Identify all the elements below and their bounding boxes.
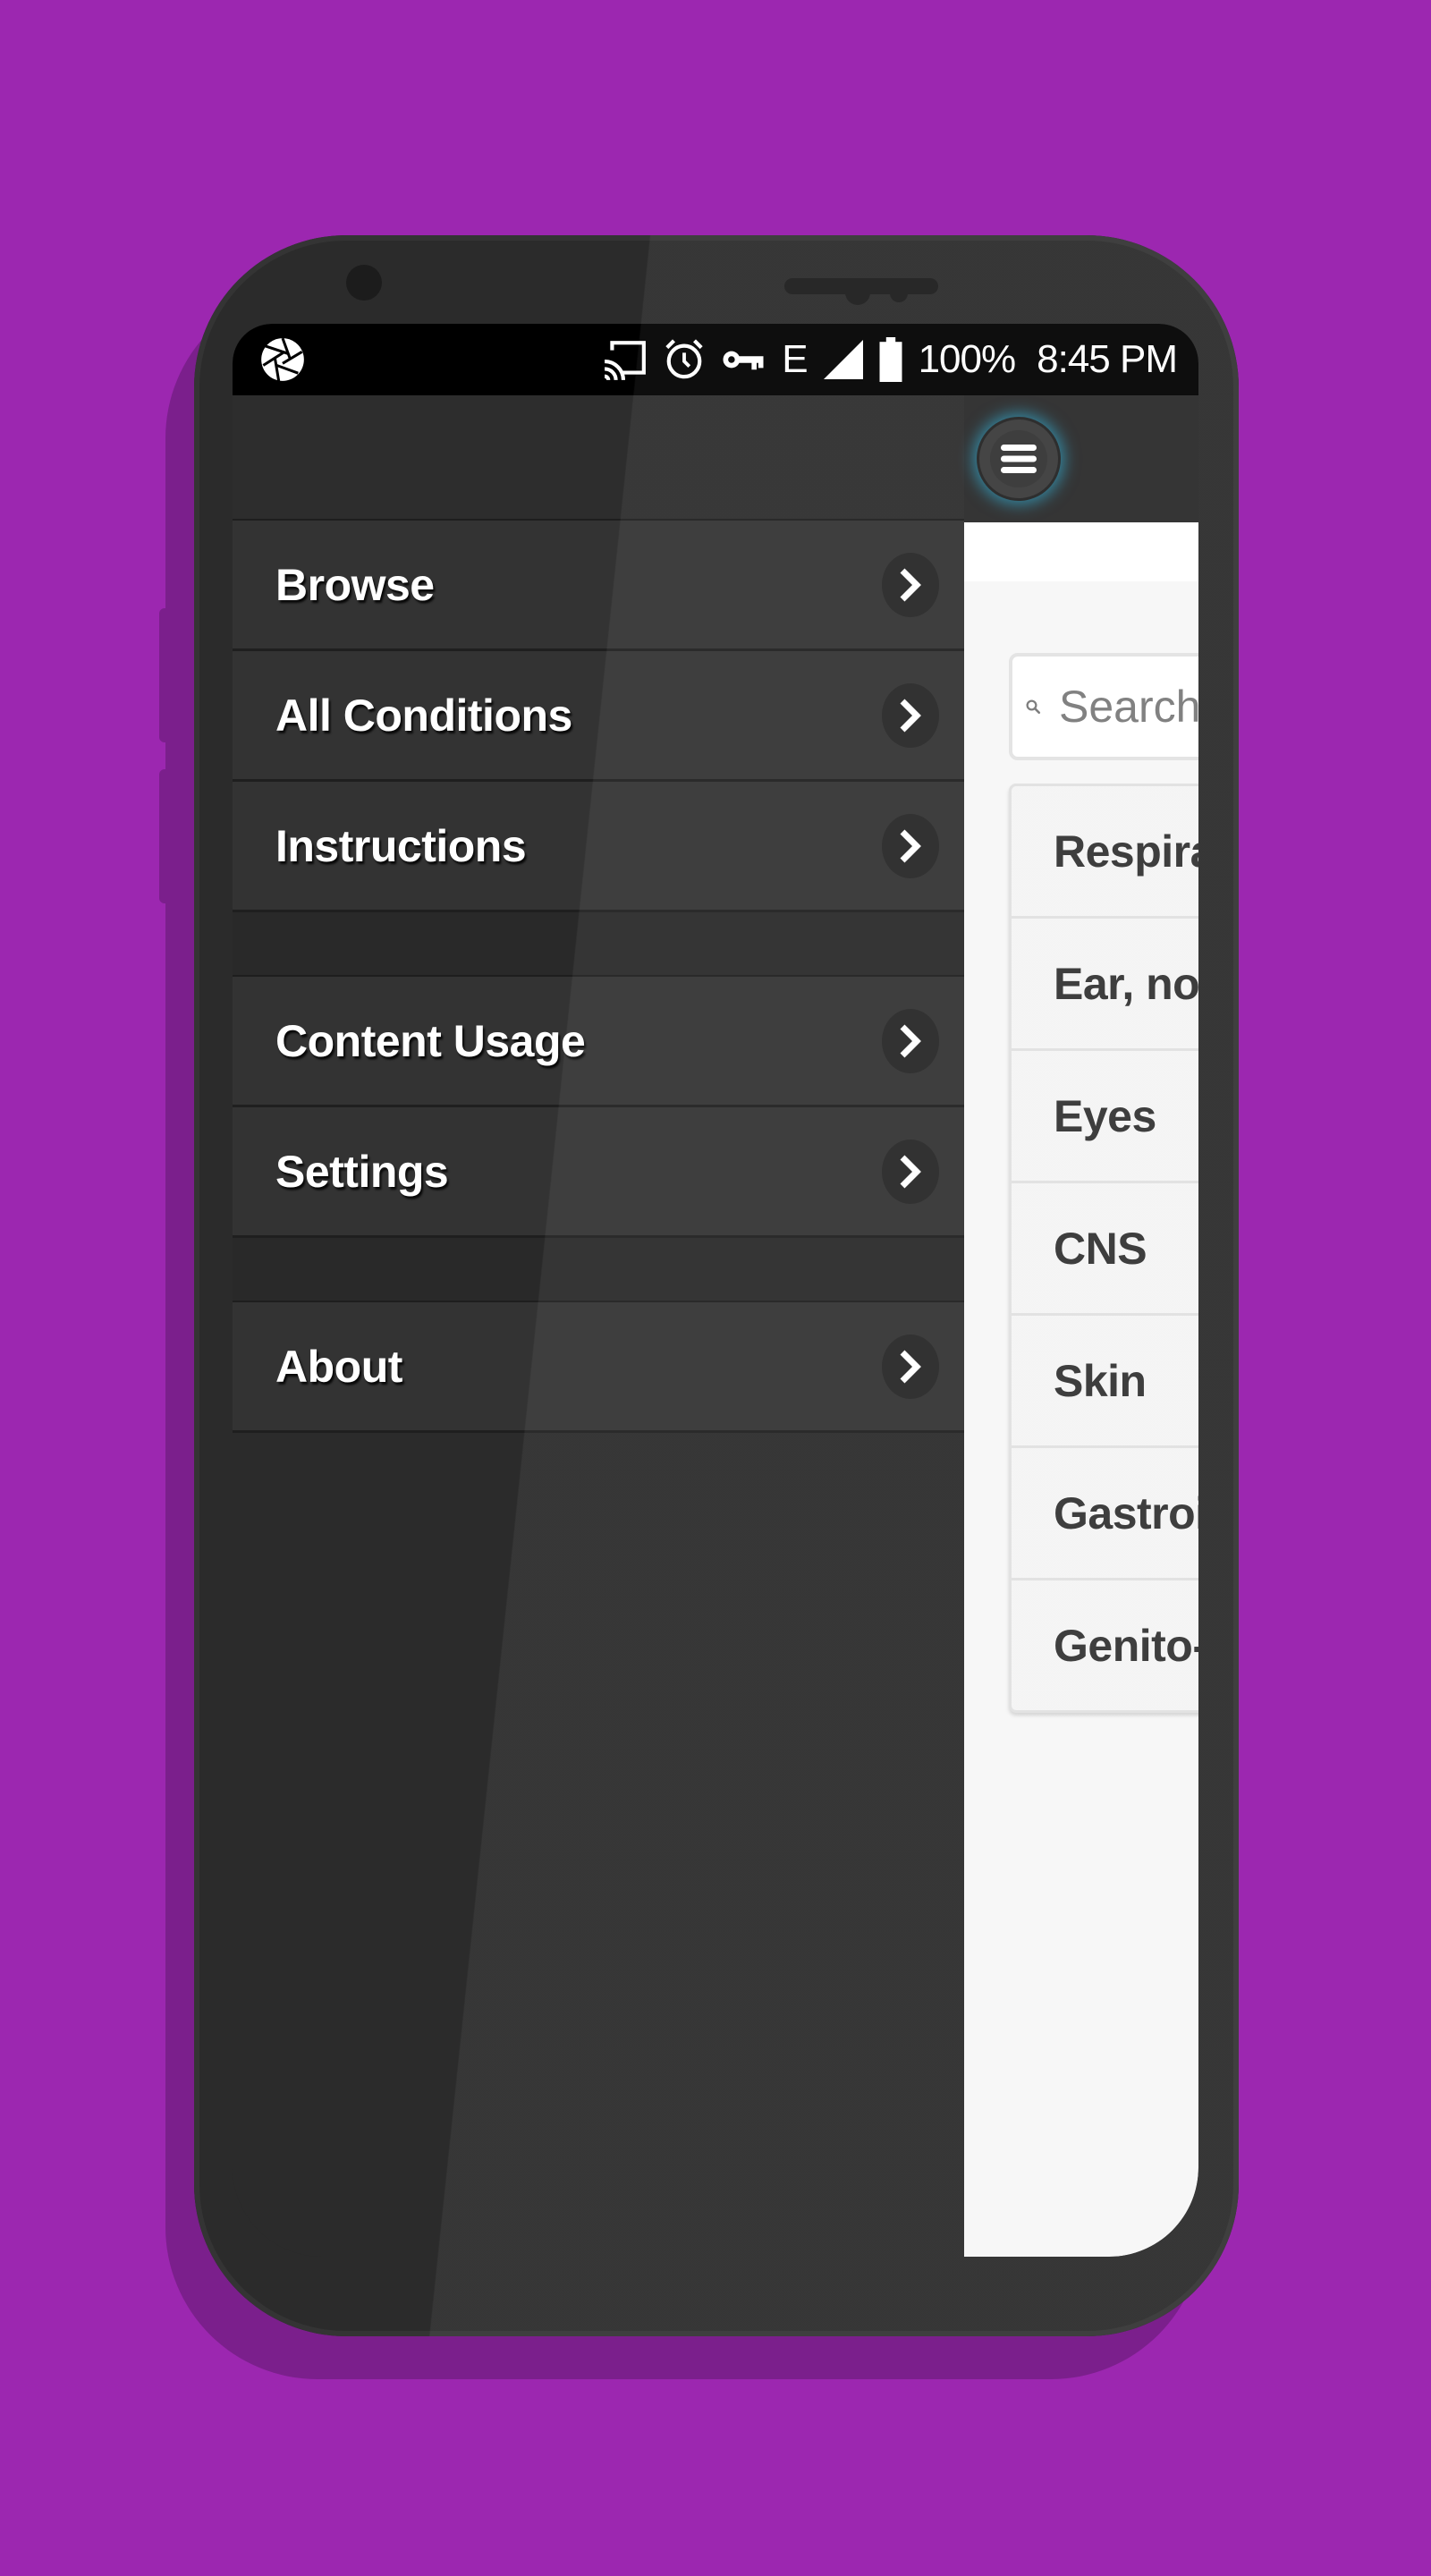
signal-icon — [823, 340, 863, 379]
vpn-key-icon — [723, 351, 764, 370]
search-input[interactable] — [1059, 681, 1198, 733]
category-label: Genito- — [1054, 1620, 1198, 1671]
menu-toggle-button[interactable] — [979, 419, 1058, 498]
category-label: Ear, nose — [1054, 958, 1198, 1009]
hamburger-menu-icon — [1001, 445, 1037, 473]
category-list: Respiratory Ear, nose Eyes CNS Skin Gast… — [1009, 784, 1198, 1713]
category-item-ear-nose[interactable]: Ear, nose — [1012, 919, 1198, 1051]
menu-group-settings: Content Usage Settings — [233, 975, 964, 1238]
toolbar — [964, 395, 1198, 522]
status-bar: E 100% 8:45 PM — [233, 324, 1198, 395]
light-sensor — [890, 284, 908, 302]
menu-divider-gap — [233, 1238, 964, 1301]
screen: E 100% 8:45 PM Browse All Conditions Ins… — [233, 324, 1198, 2257]
category-page: Respiratory Ear, nose Eyes CNS Skin Gast… — [964, 522, 1198, 2257]
menu-item-label: About — [275, 1341, 402, 1392]
category-label: Gastrointestinal — [1054, 1487, 1198, 1538]
category-item-skin[interactable]: Skin — [1012, 1316, 1198, 1448]
volume-down-button — [159, 769, 195, 903]
status-icons: E 100% 8:45 PM — [603, 324, 1178, 395]
chevron-right-icon — [882, 552, 939, 617]
chevron-right-icon — [882, 1139, 939, 1204]
clock: 8:45 PM — [1037, 337, 1178, 381]
category-item-cns[interactable]: CNS — [1012, 1183, 1198, 1316]
network-type-indicator: E — [782, 337, 808, 381]
drawer-header — [233, 395, 964, 519]
menu-group-about: About — [233, 1301, 964, 1433]
menu-item-label: Content Usage — [275, 1015, 586, 1066]
phone-frame: E 100% 8:45 PM Browse All Conditions Ins… — [194, 235, 1239, 2336]
chevron-right-icon — [882, 682, 939, 748]
chevron-right-icon — [882, 813, 939, 878]
alarm-clock-icon — [665, 339, 703, 379]
chevron-right-icon — [882, 1334, 939, 1399]
menu-divider-gap — [233, 912, 964, 975]
menu-item-label: Browse — [275, 559, 435, 610]
proximity-sensor — [845, 280, 870, 305]
menu-item-label: All Conditions — [275, 690, 572, 741]
menu-group-main: Browse All Conditions Instructions — [233, 519, 964, 912]
menu-item-browse[interactable]: Browse — [233, 521, 964, 651]
menu-item-label: Instructions — [275, 820, 527, 871]
category-label: Skin — [1054, 1355, 1147, 1406]
menu-item-about[interactable]: About — [233, 1302, 964, 1433]
front-camera — [346, 265, 382, 301]
menu-item-content-usage[interactable]: Content Usage — [233, 977, 964, 1107]
battery-percentage: 100% — [918, 337, 1017, 381]
menu-item-settings[interactable]: Settings — [233, 1107, 964, 1238]
volume-up-button — [159, 608, 195, 742]
category-item-genito[interactable]: Genito- — [1012, 1580, 1198, 1710]
category-label: Respiratory — [1054, 826, 1198, 877]
menu-item-all-conditions[interactable]: All Conditions — [233, 651, 964, 782]
search-box[interactable] — [1009, 653, 1198, 760]
cast-icon — [603, 341, 647, 380]
search-icon — [1026, 699, 1041, 715]
navigation-drawer: Browse All Conditions Instructions Conte… — [233, 395, 964, 2257]
menu-item-label: Settings — [275, 1146, 449, 1197]
category-label: CNS — [1054, 1223, 1147, 1274]
category-item-gastrointestinal[interactable]: Gastrointestinal — [1012, 1448, 1198, 1580]
category-item-eyes[interactable]: Eyes — [1012, 1051, 1198, 1183]
battery-icon — [879, 337, 902, 382]
chevron-right-icon — [882, 1008, 939, 1073]
main-content: Respiratory Ear, nose Eyes CNS Skin Gast… — [964, 395, 1198, 2257]
menu-item-instructions[interactable]: Instructions — [233, 782, 964, 912]
category-item-respiratory[interactable]: Respiratory — [1012, 786, 1198, 919]
page-header-strip — [964, 522, 1198, 581]
camera-aperture-icon — [261, 337, 304, 382]
category-label: Eyes — [1054, 1090, 1156, 1141]
